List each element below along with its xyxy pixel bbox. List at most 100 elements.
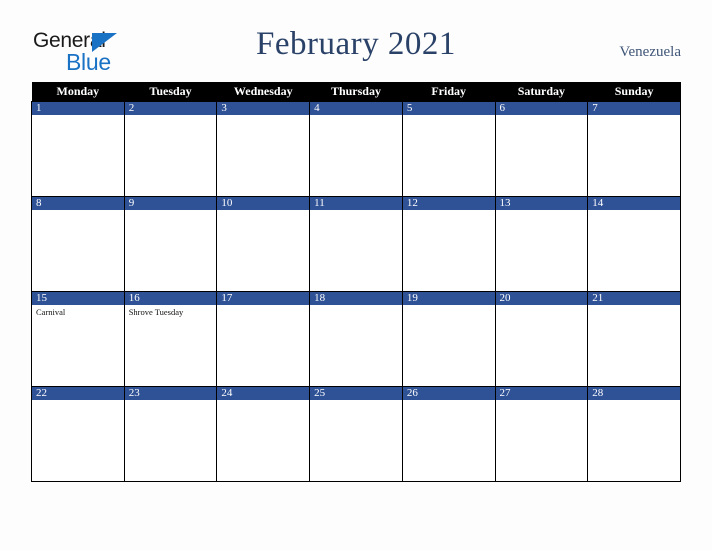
calendar-day-cell[interactable]: 26 [401, 386, 496, 482]
day-number: 5 [402, 102, 495, 115]
calendar-day-cell[interactable]: 12 [401, 196, 496, 292]
day-cell-content: 8 [32, 197, 124, 291]
day-events [32, 115, 124, 117]
calendar-day-cell[interactable]: 6 [494, 101, 589, 197]
calendar-day-cell[interactable]: 7 [587, 101, 681, 197]
day-number: 28 [588, 387, 680, 400]
day-events [310, 400, 402, 402]
calendar-day-cell[interactable]: 17 [216, 291, 311, 387]
day-events [403, 115, 495, 117]
day-events [32, 400, 124, 402]
weekday-header-wednesday: Wednesday [216, 82, 310, 102]
day-events [496, 305, 588, 307]
calendar-day-cell[interactable]: 23 [123, 386, 218, 482]
day-cell-content: 21 [588, 292, 680, 386]
day-events [496, 400, 588, 402]
day-events [403, 400, 495, 402]
page-title: February 2021 [256, 26, 456, 62]
day-number: 19 [402, 292, 495, 305]
calendar-day-cell[interactable]: 13 [494, 196, 589, 292]
day-cell-content: 23 [124, 387, 217, 481]
calendar-day-cell[interactable]: 28 [587, 386, 681, 482]
day-number: 14 [588, 197, 680, 210]
calendar-day-cell[interactable]: 4 [309, 101, 403, 197]
day-cell-content: 14 [588, 197, 680, 291]
calendar-week-row: 8 9 10 11 12 13 14 [31, 196, 681, 292]
day-number: 26 [402, 387, 495, 400]
day-events [310, 210, 402, 212]
calendar-day-cell[interactable]: 9 [123, 196, 218, 292]
calendar-week-row: 1234567 [31, 101, 681, 197]
day-events [403, 210, 495, 212]
day-number: 12 [402, 197, 495, 210]
calendar-day-cell[interactable]: 2 [123, 101, 218, 197]
calendar-body: 1 2 3 4 5 6 7 8 9 10 11 12 13 14 15 Carnival 16 Shrove Tu… [31, 101, 681, 482]
weekday-header-tuesday: Tuesday [124, 82, 217, 102]
day-cell-content: 22 [32, 387, 124, 481]
day-events [217, 400, 309, 402]
calendar-day-cell[interactable]: 25 [309, 386, 403, 482]
day-events [310, 305, 402, 307]
day-events: Shrove Tuesday [125, 305, 217, 317]
day-cell-content: 2 [124, 102, 217, 196]
day-number: 6 [495, 102, 588, 115]
day-cell-content: 9 [124, 197, 217, 291]
calendar-day-cell[interactable]: 22 [31, 386, 125, 482]
day-cell-content: 15 Carnival [32, 292, 124, 386]
day-number: 22 [32, 387, 124, 400]
day-events [588, 400, 680, 402]
day-events [217, 210, 309, 212]
calendar-day-cell[interactable]: 24 [216, 386, 311, 482]
day-number: 18 [310, 292, 402, 305]
day-number: 16 [124, 292, 217, 305]
calendar-day-cell[interactable]: 8 [31, 196, 125, 292]
day-cell-content: 26 [402, 387, 495, 481]
calendar-day-cell[interactable]: 18 [309, 291, 403, 387]
day-events [125, 115, 217, 117]
holiday-label: Carnival [36, 307, 66, 317]
day-cell-content: 11 [310, 197, 402, 291]
day-number: 27 [495, 387, 588, 400]
day-number: 3 [217, 102, 310, 115]
day-number: 25 [310, 387, 402, 400]
calendar-day-cell[interactable]: 5 [401, 101, 496, 197]
day-cell-content: 19 [402, 292, 495, 386]
day-cell-content: 7 [588, 102, 680, 196]
day-cell-content: 4 [310, 102, 402, 196]
weekday-header-friday: Friday [402, 82, 496, 102]
calendar-grid: Monday Tuesday Wednesday Thursday Friday… [31, 82, 681, 482]
calendar-day-cell[interactable]: 21 [587, 291, 681, 387]
day-number: 4 [310, 102, 402, 115]
day-cell-content: 25 [310, 387, 402, 481]
day-cell-content: 20 [495, 292, 588, 386]
calendar-day-cell[interactable]: 19 [401, 291, 496, 387]
calendar-day-cell[interactable]: 16 Shrove Tuesday [123, 291, 218, 387]
weekday-header-monday: Monday [31, 82, 125, 102]
calendar-day-cell[interactable]: 1 [31, 101, 125, 197]
calendar-day-cell[interactable]: 14 [587, 196, 681, 292]
day-number: 23 [124, 387, 217, 400]
day-number: 15 [32, 292, 124, 305]
weekday-header-saturday: Saturday [495, 82, 588, 102]
day-cell-content: 13 [495, 197, 588, 291]
day-cell-content: 6 [495, 102, 588, 196]
calendar-day-cell[interactable]: 20 [494, 291, 589, 387]
calendar-day-cell[interactable]: 11 [309, 196, 403, 292]
day-number: 8 [32, 197, 124, 210]
day-cell-content: 3 [217, 102, 310, 196]
calendar-day-cell[interactable]: 3 [216, 101, 311, 197]
weekday-header-thursday: Thursday [309, 82, 403, 102]
day-cell-content: 12 [402, 197, 495, 291]
day-events [217, 305, 309, 307]
calendar-day-cell[interactable]: 10 [216, 196, 311, 292]
day-cell-content: 24 [217, 387, 310, 481]
calendar-day-cell[interactable]: 15 Carnival [31, 291, 125, 387]
day-number: 7 [588, 102, 680, 115]
day-events [588, 305, 680, 307]
day-events [403, 305, 495, 307]
day-cell-content: 10 [217, 197, 310, 291]
holiday-label: Shrove Tuesday [128, 307, 184, 317]
day-cell-content: 28 [588, 387, 680, 481]
day-number: 20 [495, 292, 588, 305]
calendar-day-cell[interactable]: 27 [494, 386, 589, 482]
